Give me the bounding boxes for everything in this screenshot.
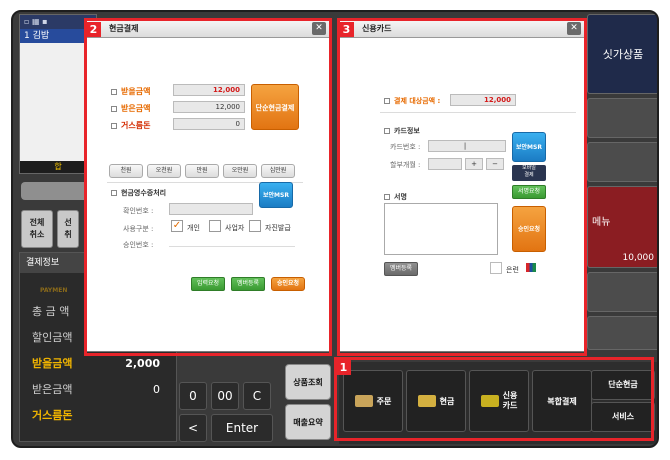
key-enter[interactable]: Enter: [211, 414, 273, 442]
highlight-box-3: [337, 18, 587, 356]
menu-tile-label: 메뉴: [592, 217, 611, 228]
sales-summary-button[interactable]: 매출요약: [285, 404, 331, 440]
numpad: 0 00 C < Enter: [177, 354, 277, 444]
total-amount-label: 총 금 액: [32, 305, 70, 318]
product-tile[interactable]: [587, 316, 657, 350]
product-tile[interactable]: [587, 98, 657, 138]
receive-amount-row: 받을금액 2,000: [32, 353, 172, 375]
key-00[interactable]: 00: [211, 382, 239, 410]
market-price-tile[interactable]: 싯가상품: [587, 14, 657, 94]
select-cancel-button[interactable]: 선 취: [57, 210, 79, 248]
received-amount-row: 받은금액 0: [32, 379, 172, 401]
grey-bar[interactable]: [21, 182, 89, 200]
discount-label: 할인금액: [32, 331, 73, 344]
menu-tile[interactable]: 메뉴 10,000: [587, 186, 657, 268]
received-amount-label: 받은금액: [32, 383, 73, 396]
highlight-number-3: 3: [339, 22, 354, 37]
received-amount-value: 0: [153, 383, 160, 396]
product-tile[interactable]: [587, 142, 657, 182]
highlight-number-1: 1: [336, 360, 351, 375]
menu-tile-price: 10,000: [622, 253, 655, 263]
payment-brand: PAYMEN: [40, 287, 68, 294]
change-label: 거스름돈: [32, 409, 73, 422]
key-clear[interactable]: C: [243, 382, 271, 410]
payment-tab[interactable]: 결제정보: [20, 253, 90, 273]
receive-amount-value: 2,000: [125, 357, 160, 370]
key-0[interactable]: 0: [179, 382, 207, 410]
change-row: 거스름돈: [32, 405, 172, 427]
highlight-box-2: [84, 18, 332, 356]
receive-amount-label: 받을금액: [32, 357, 73, 370]
cancel-all-button[interactable]: 전체 취소: [21, 210, 53, 248]
highlight-box-1: [334, 357, 654, 441]
key-back[interactable]: <: [179, 414, 207, 442]
product-tile[interactable]: [587, 272, 657, 312]
highlight-number-2: 2: [86, 22, 101, 37]
product-lookup-button[interactable]: 상품조회: [285, 364, 331, 400]
